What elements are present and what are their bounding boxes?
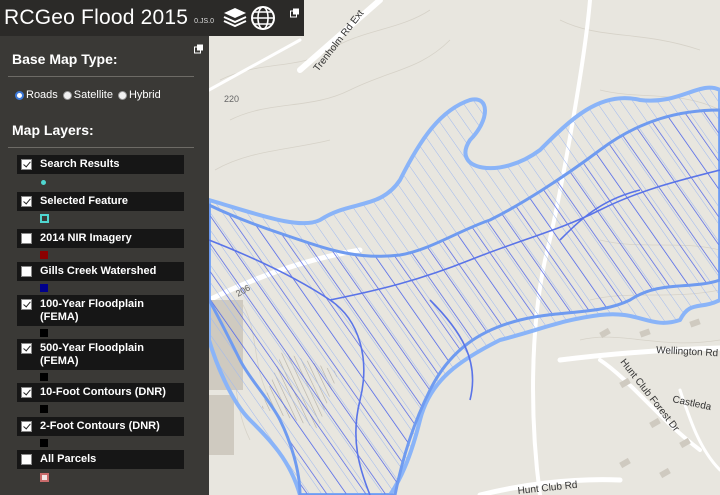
contours-10-checkbox[interactable] — [21, 387, 32, 398]
layer-label: 10-Foot Contours (DNR) — [40, 386, 166, 398]
layer-label: All Parcels — [40, 453, 97, 465]
gills-creek-checkbox[interactable] — [21, 266, 32, 277]
layers-heading: Map Layers: — [12, 122, 94, 138]
title-bar: RCGeo Flood 2015 0.JS.0 — [0, 0, 304, 36]
satellite-label: Satellite — [73, 89, 113, 101]
layer-label: 500-Year Floodplain (FEMA) — [40, 342, 144, 367]
divider — [8, 147, 194, 148]
layer-gills-creek[interactable]: Gills Creek Watershed — [17, 262, 184, 281]
search-results-checkbox[interactable] — [21, 159, 32, 170]
basemap-roads-option[interactable]: Roads — [15, 89, 58, 101]
floodplain-500-checkbox[interactable] — [21, 343, 32, 354]
divider — [8, 76, 194, 77]
nir-imagery-checkbox[interactable] — [21, 233, 32, 244]
basemap-satellite-option[interactable]: Satellite — [62, 89, 113, 101]
popout-icon[interactable] — [290, 8, 300, 18]
roads-label: Roads — [26, 89, 58, 101]
layer-100yr-floodplain[interactable]: 100-Year Floodplain (FEMA) — [17, 295, 184, 326]
layer-search-results[interactable]: Search Results — [17, 155, 184, 174]
contours-2-swatch — [40, 439, 48, 447]
nir-imagery-swatch — [40, 251, 48, 259]
globe-icon[interactable] — [250, 5, 276, 31]
layer-label: 100-Year Floodplain (FEMA) — [40, 298, 144, 323]
gills-creek-swatch — [40, 284, 48, 292]
hybrid-radio[interactable] — [117, 90, 127, 100]
search-results-swatch — [41, 180, 46, 185]
layer-label: Search Results — [40, 158, 120, 170]
selected-feature-swatch — [40, 214, 49, 223]
layer-nir-imagery[interactable]: 2014 NIR Imagery — [17, 229, 184, 248]
layer-panel: Base Map Type: Roads Satellite Hybrid Ma… — [0, 36, 209, 495]
app-title: RCGeo Flood 2015 — [4, 6, 189, 29]
layer-500yr-floodplain[interactable]: 500-Year Floodplain (FEMA) — [17, 339, 184, 370]
route-220-label: 220 — [224, 94, 239, 104]
all-parcels-checkbox[interactable] — [21, 454, 32, 465]
basemap-hybrid-option[interactable]: Hybrid — [117, 89, 161, 101]
floodplain-500-swatch — [40, 373, 48, 381]
layer-2ft-contours[interactable]: 2-Foot Contours (DNR) — [17, 417, 184, 436]
floodplain-100-checkbox[interactable] — [21, 299, 32, 310]
layer-label: Selected Feature — [40, 195, 129, 207]
layer-10ft-contours[interactable]: 10-Foot Contours (DNR) — [17, 383, 184, 402]
selected-feature-checkbox[interactable] — [21, 196, 32, 207]
roads-radio[interactable] — [15, 90, 24, 100]
layer-label: Gills Creek Watershed — [40, 265, 157, 277]
layers-icon[interactable] — [222, 5, 248, 31]
app-version: 0.JS.0 — [194, 17, 214, 25]
basemap-options: Roads Satellite Hybrid — [15, 89, 164, 101]
hybrid-label: Hybrid — [128, 89, 161, 101]
contours-10-swatch — [40, 405, 48, 413]
panel-popout-icon[interactable] — [194, 44, 204, 54]
all-parcels-swatch — [40, 473, 49, 482]
contours-2-checkbox[interactable] — [21, 421, 32, 432]
layer-label: 2014 NIR Imagery — [40, 232, 132, 244]
layer-label: 2-Foot Contours (DNR) — [40, 420, 160, 432]
layer-selected-feature[interactable]: Selected Feature — [17, 192, 184, 211]
layer-all-parcels[interactable]: All Parcels — [17, 450, 184, 469]
basemap-heading: Base Map Type: — [12, 51, 118, 67]
floodplain-100-swatch — [40, 329, 48, 337]
satellite-radio[interactable] — [62, 90, 72, 100]
